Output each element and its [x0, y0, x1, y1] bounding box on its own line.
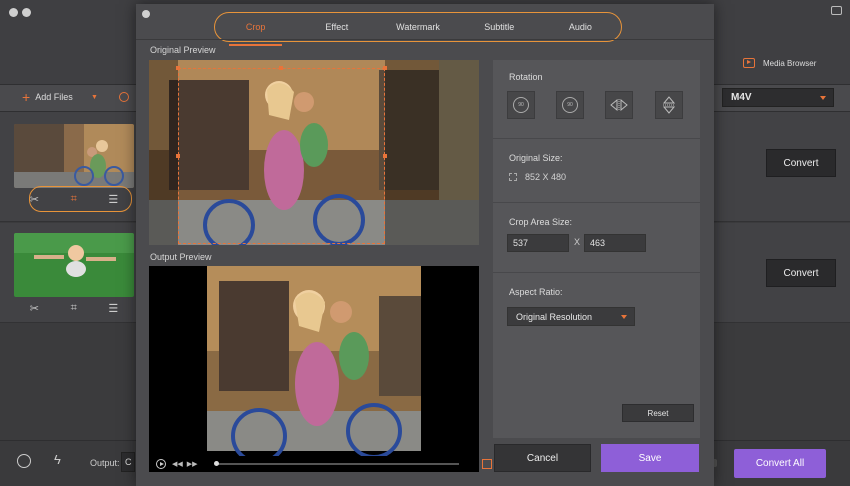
video-thumbnail[interactable] [14, 233, 134, 297]
convert-button[interactable]: Convert [766, 149, 836, 177]
crop-handle[interactable] [383, 66, 387, 70]
panel-divider [493, 272, 700, 273]
thumbnail-image [14, 233, 134, 297]
aspect-ratio-title: Aspect Ratio: [509, 287, 563, 297]
trim-scissors-icon[interactable]: ✂ [30, 302, 39, 315]
convert-button[interactable]: Convert [766, 259, 836, 287]
original-size-title: Original Size: [509, 153, 563, 163]
output-preview-image [149, 266, 479, 464]
timeline-handle[interactable] [214, 461, 219, 466]
flip-horizontal-button[interactable] [605, 91, 633, 119]
add-files-button[interactable]: + Add Files [22, 88, 73, 105]
crop-area-title: Crop Area Size: [509, 217, 573, 227]
alarm-clock-icon[interactable] [17, 454, 31, 468]
original-preview-label: Original Preview [150, 45, 216, 55]
output-preview-label: Output Preview [150, 252, 212, 262]
chevron-down-icon [820, 96, 826, 100]
crop-area-frame[interactable] [178, 68, 385, 244]
crop-icon[interactable]: ⌗ [71, 302, 77, 315]
chevron-down-icon [621, 315, 627, 319]
media-browser-button[interactable]: Media Browser [743, 58, 816, 68]
lightning-icon[interactable]: ϟ [54, 452, 61, 467]
output-format-select[interactable]: M4V [722, 88, 834, 107]
crop-settings-panel: Rotation 90 90 Original Size: 852 X 480 … [493, 60, 700, 438]
tab-effect[interactable]: Effect [296, 13, 377, 41]
rotate-right-button[interactable]: 90 [556, 91, 584, 119]
panel-divider [493, 202, 700, 203]
fullscreen-icon[interactable] [482, 459, 492, 469]
crop-handle[interactable] [176, 154, 180, 158]
dialog-close-button[interactable] [142, 10, 150, 18]
window-close-button[interactable] [9, 8, 18, 17]
previous-frame-icon[interactable]: ◀◀ [172, 460, 183, 468]
cancel-button[interactable]: Cancel [494, 444, 591, 472]
convert-all-button[interactable]: Convert All [734, 449, 826, 478]
panel-divider [493, 138, 700, 139]
aspect-ratio-value: Original Resolution [516, 312, 593, 322]
rotate-right-90-icon: 90 [562, 97, 578, 113]
reset-button[interactable]: Reset [622, 404, 694, 422]
crop-handle[interactable] [279, 66, 283, 70]
output-label: Output: [90, 458, 120, 468]
timeline-track[interactable] [216, 463, 459, 465]
edit-dialog: Crop Effect Watermark Subtitle Audio Ori… [136, 4, 714, 486]
expand-icon [509, 173, 517, 181]
crop-handle[interactable] [383, 154, 387, 158]
rotate-left-button[interactable]: 90 [507, 91, 535, 119]
tab-watermark[interactable]: Watermark [377, 13, 458, 41]
output-path-field[interactable]: C [121, 452, 135, 472]
media-browser-label: Media Browser [763, 58, 817, 68]
tab-crop[interactable]: Crop [215, 13, 296, 46]
original-size-text: 852 X 480 [525, 172, 567, 182]
output-format-value: M4V [731, 92, 752, 103]
original-size-value: 852 X 480 [509, 172, 566, 182]
tabs-divider [136, 39, 714, 40]
crop-size-separator: X [574, 237, 581, 247]
add-files-label: Add Files [35, 92, 73, 102]
save-button[interactable]: Save [601, 444, 699, 472]
thumbnail-tools: ✂ ⌗ ☰ [14, 298, 134, 318]
crop-mask-right [385, 60, 479, 245]
original-preview [149, 60, 479, 245]
add-files-dropdown-icon[interactable]: ▼ [91, 94, 98, 101]
crop-width-input[interactable]: 537 [507, 234, 569, 252]
output-preview [149, 266, 479, 472]
effects-sliders-icon[interactable]: ☰ [108, 302, 118, 315]
crop-mask-left [149, 60, 178, 245]
crop-handle[interactable] [176, 66, 180, 70]
edit-tabs: Crop Effect Watermark Subtitle Audio [214, 12, 622, 46]
tab-audio[interactable]: Audio [540, 13, 621, 41]
next-frame-icon[interactable]: ▶▶ [187, 460, 198, 468]
video-thumbnail[interactable] [14, 124, 134, 188]
playback-controls: ◀◀ ▶▶ [156, 456, 492, 472]
crop-height-input[interactable]: 463 [584, 234, 646, 252]
flip-vertical-button[interactable] [655, 91, 683, 119]
rotate-left-90-icon: 90 [513, 97, 529, 113]
rotation-title: Rotation [509, 72, 543, 82]
message-icon[interactable] [831, 6, 842, 15]
thumbnail-image [14, 124, 134, 188]
window-minimize-button[interactable] [22, 8, 31, 17]
flip-horizontal-icon [610, 99, 628, 111]
tab-subtitle[interactable]: Subtitle [459, 13, 540, 41]
flip-vertical-icon [663, 96, 675, 114]
play-icon[interactable] [156, 459, 166, 469]
load-dvd-icon[interactable] [119, 92, 129, 102]
aspect-ratio-select[interactable]: Original Resolution [507, 307, 635, 326]
plus-icon: + [22, 88, 31, 105]
media-browser-icon [743, 58, 755, 68]
tools-highlight [29, 186, 132, 212]
